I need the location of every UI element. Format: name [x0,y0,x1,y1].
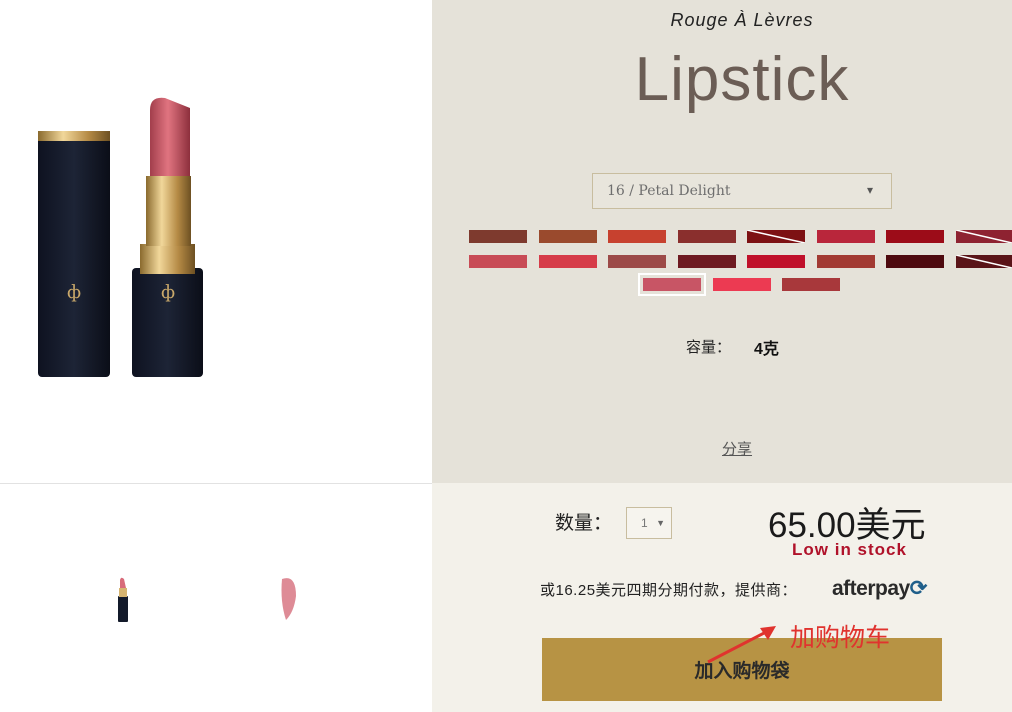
quantity-value: 1 [641,516,648,530]
afterpay-wordmark: afterpay [832,577,910,600]
shade-swatch[interactable] [747,255,805,268]
shade-swatch[interactable] [713,278,771,291]
shade-select-value: 16 / Petal Delight [607,183,731,199]
shade-swatch[interactable] [469,230,527,243]
product-subtitle: Rouge À Lèvres [670,10,814,30]
shade-swatch[interactable] [956,255,1012,268]
shade-swatch[interactable] [886,255,944,268]
shade-swatch[interactable] [539,255,597,268]
chevron-down-icon: ▼ [656,518,665,528]
quantity-select[interactable]: 1 ▼ [626,507,672,539]
annotation-label: 加购物车 [790,623,891,652]
capacity-label: 容量： [686,339,732,356]
product-title: Lipstick [634,45,850,114]
shade-swatch[interactable] [678,255,736,268]
shade-swatch[interactable] [747,230,805,243]
share-link[interactable]: 分享 [722,438,752,459]
svg-text:ф: ф [161,282,175,303]
shade-swatch[interactable] [638,273,706,296]
quantity-label: 数量： [555,513,613,534]
shade-swatch[interactable] [608,230,666,243]
shade-swatch[interactable] [469,255,527,268]
purchase-panel: 数量： 1 ▼ 65.00美元 Low in stock 或16.25美元四期分… [432,483,1012,712]
stock-status: Low in stock [792,540,907,559]
shade-swatch[interactable] [886,230,944,243]
lipstick-illustration: ф ф [38,97,203,377]
shade-select[interactable]: 16 / Petal Delight ▾ [592,173,892,209]
shade-swatch[interactable] [782,278,840,291]
thumbnail-swatch[interactable] [281,578,297,620]
afterpay-logo: afterpay⟳ [832,576,927,601]
svg-text:ф: ф [67,282,81,303]
annotation-arrow-icon [707,626,776,664]
capacity-value: 4克 [754,341,779,358]
product-page: ф ф Rouge À Lèvres Lipstick 16 / Petal D [0,0,1012,712]
chevron-down-icon: ▾ [866,183,873,197]
shade-swatch[interactable] [539,230,597,243]
thumbnail-lipstick[interactable] [118,577,128,622]
thumbnail-strip [0,483,432,712]
shade-swatch[interactable] [608,255,666,268]
afterpay-arrows-icon: ⟳ [909,577,928,600]
installment-text: 或16.25美元四期分期付款，提供商： [540,582,798,599]
shade-swatch[interactable] [817,255,875,268]
product-hero-image: ф ф [0,0,432,482]
shade-swatch[interactable] [678,230,736,243]
shade-swatch[interactable] [956,230,1012,243]
product-info-panel: Rouge À Lèvres Lipstick 16 / Petal Delig… [432,0,1012,483]
shade-swatch[interactable] [817,230,875,243]
